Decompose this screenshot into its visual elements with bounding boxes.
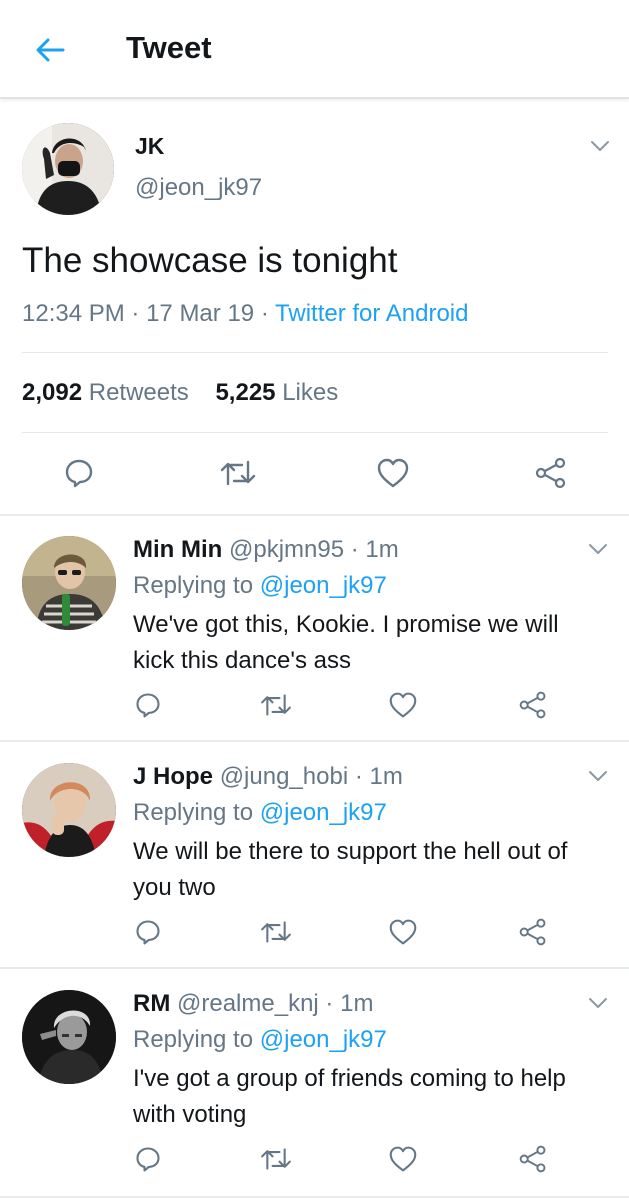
reply-separator: · bbox=[350, 536, 359, 563]
author-handle[interactable]: @jeon_jk97 bbox=[135, 174, 262, 202]
share-button[interactable] bbox=[516, 688, 550, 722]
share-icon bbox=[535, 457, 566, 489]
meta-separator: · bbox=[260, 300, 276, 327]
reply-author-name[interactable]: Min Min bbox=[133, 536, 222, 563]
reply-age: 1m bbox=[369, 763, 403, 790]
top-app-bar: Tweet bbox=[0, 0, 629, 99]
tweet-stats: 2,092 Retweets 5,225 Likes bbox=[22, 379, 338, 407]
reply-avatar[interactable] bbox=[22, 763, 116, 857]
likes-stat[interactable]: 5,225 Likes bbox=[215, 379, 338, 406]
like-icon bbox=[389, 1146, 417, 1172]
reply-button[interactable] bbox=[131, 1142, 165, 1176]
reply-author-handle[interactable]: @jung_hobi bbox=[220, 763, 348, 790]
like-button[interactable] bbox=[386, 688, 420, 722]
share-button[interactable] bbox=[516, 1142, 550, 1176]
reply-text-line: I've got a group of friends coming to he… bbox=[133, 1065, 566, 1092]
like-count: 5,225 bbox=[215, 379, 276, 406]
reply-text-line: We've got this, Kookie. I promise we wil… bbox=[133, 611, 559, 638]
reply-author-handle[interactable]: @realme_knj bbox=[177, 990, 319, 1017]
reply-author-name[interactable]: J Hope bbox=[133, 763, 213, 790]
replying-to: Replying to @jeon_jk97 bbox=[133, 799, 387, 827]
reply-icon bbox=[136, 920, 160, 945]
reply-separator: · bbox=[354, 763, 363, 790]
retweet-icon bbox=[261, 694, 291, 716]
retweet-icon bbox=[261, 1148, 291, 1170]
reply-avatar[interactable] bbox=[22, 990, 116, 1084]
reply-options-button[interactable] bbox=[583, 534, 613, 564]
arrow-left-icon bbox=[36, 38, 65, 62]
meta-separator: · bbox=[131, 300, 147, 327]
reply-text: We will be there to support the hell out… bbox=[133, 834, 613, 906]
tweet-time: 12:34 PM bbox=[22, 300, 125, 327]
reply-separator: · bbox=[325, 990, 334, 1017]
retweet-count: 2,092 bbox=[22, 379, 83, 406]
reply-button[interactable] bbox=[131, 915, 165, 949]
reply-options-button[interactable] bbox=[583, 761, 613, 791]
reply-icon bbox=[65, 459, 93, 488]
reply-age: 1m bbox=[365, 536, 399, 563]
replying-to-mention[interactable]: @jeon_jk97 bbox=[260, 572, 387, 599]
reply-header: Min Min @pkjmn95 · 1m bbox=[133, 536, 399, 564]
chevron-down-icon bbox=[589, 544, 607, 554]
tweet-source-link[interactable]: Twitter for Android bbox=[275, 300, 468, 327]
retweet-button[interactable] bbox=[259, 1142, 293, 1176]
chevron-down-icon bbox=[591, 141, 609, 151]
reply-button[interactable] bbox=[131, 688, 165, 722]
share-icon bbox=[519, 1145, 546, 1173]
author-name[interactable]: JK bbox=[135, 133, 164, 160]
like-icon bbox=[389, 692, 417, 718]
share-icon bbox=[519, 918, 546, 946]
retweets-stat[interactable]: 2,092 Retweets bbox=[22, 379, 189, 406]
reply-text-line: you two bbox=[133, 874, 216, 901]
replying-to-mention[interactable]: @jeon_jk97 bbox=[260, 1026, 387, 1053]
replying-to-mention[interactable]: @jeon_jk97 bbox=[260, 799, 387, 826]
reply-avatar[interactable] bbox=[22, 536, 116, 630]
share-button[interactable] bbox=[531, 453, 571, 493]
reply-header: RM @realme_knj · 1m bbox=[133, 990, 373, 1018]
retweet-button[interactable] bbox=[218, 453, 258, 493]
share-button[interactable] bbox=[516, 915, 550, 949]
like-button[interactable] bbox=[386, 915, 420, 949]
reply-header: J Hope @jung_hobi · 1m bbox=[133, 763, 403, 791]
replying-to: Replying to @jeon_jk97 bbox=[133, 1026, 387, 1054]
tweet-text: The showcase is tonight bbox=[22, 241, 398, 280]
reply-options-button[interactable] bbox=[583, 988, 613, 1018]
replying-to-label: Replying to bbox=[133, 572, 254, 599]
tweet-meta: 12:34 PM · 17 Mar 19 · Twitter for Andro… bbox=[22, 300, 468, 328]
reply-author-name[interactable]: RM bbox=[133, 990, 170, 1017]
reply-text-line: kick this dance's ass bbox=[133, 647, 352, 674]
replying-to-label: Replying to bbox=[133, 1026, 254, 1053]
page-title: Tweet bbox=[126, 30, 212, 65]
divider bbox=[22, 432, 608, 433]
replying-to-label: Replying to bbox=[133, 799, 254, 826]
replying-to: Replying to @jeon_jk97 bbox=[133, 572, 387, 600]
like-button[interactable] bbox=[373, 453, 413, 493]
reply-text-line: We will be there to support the hell out… bbox=[133, 838, 568, 865]
chevron-down-icon bbox=[589, 771, 607, 781]
like-button[interactable] bbox=[386, 1142, 420, 1176]
divider bbox=[22, 352, 608, 353]
retweet-icon bbox=[220, 460, 256, 486]
retweet-button[interactable] bbox=[259, 915, 293, 949]
retweet-label: Retweets bbox=[88, 379, 189, 406]
like-label: Likes bbox=[282, 379, 339, 406]
tweet-date: 17 Mar 19 bbox=[146, 300, 255, 327]
retweet-button[interactable] bbox=[259, 688, 293, 722]
share-icon bbox=[519, 691, 546, 719]
reply-icon bbox=[136, 1147, 160, 1172]
tweet-options-button[interactable] bbox=[585, 131, 615, 161]
reply-button[interactable] bbox=[59, 453, 99, 493]
author-avatar[interactable] bbox=[22, 123, 114, 215]
back-button[interactable] bbox=[28, 28, 72, 72]
like-icon bbox=[377, 458, 409, 488]
retweet-icon bbox=[261, 921, 291, 943]
reply-text: I've got a group of friends coming to he… bbox=[133, 1061, 613, 1133]
reply-text-line: with voting bbox=[133, 1101, 247, 1128]
chevron-down-icon bbox=[589, 998, 607, 1008]
reply-author-handle[interactable]: @pkjmn95 bbox=[229, 536, 344, 563]
reply-age: 1m bbox=[340, 990, 374, 1017]
reply-text: We've got this, Kookie. I promise we wil… bbox=[133, 607, 613, 679]
reply-icon bbox=[136, 693, 160, 718]
like-icon bbox=[389, 919, 417, 945]
